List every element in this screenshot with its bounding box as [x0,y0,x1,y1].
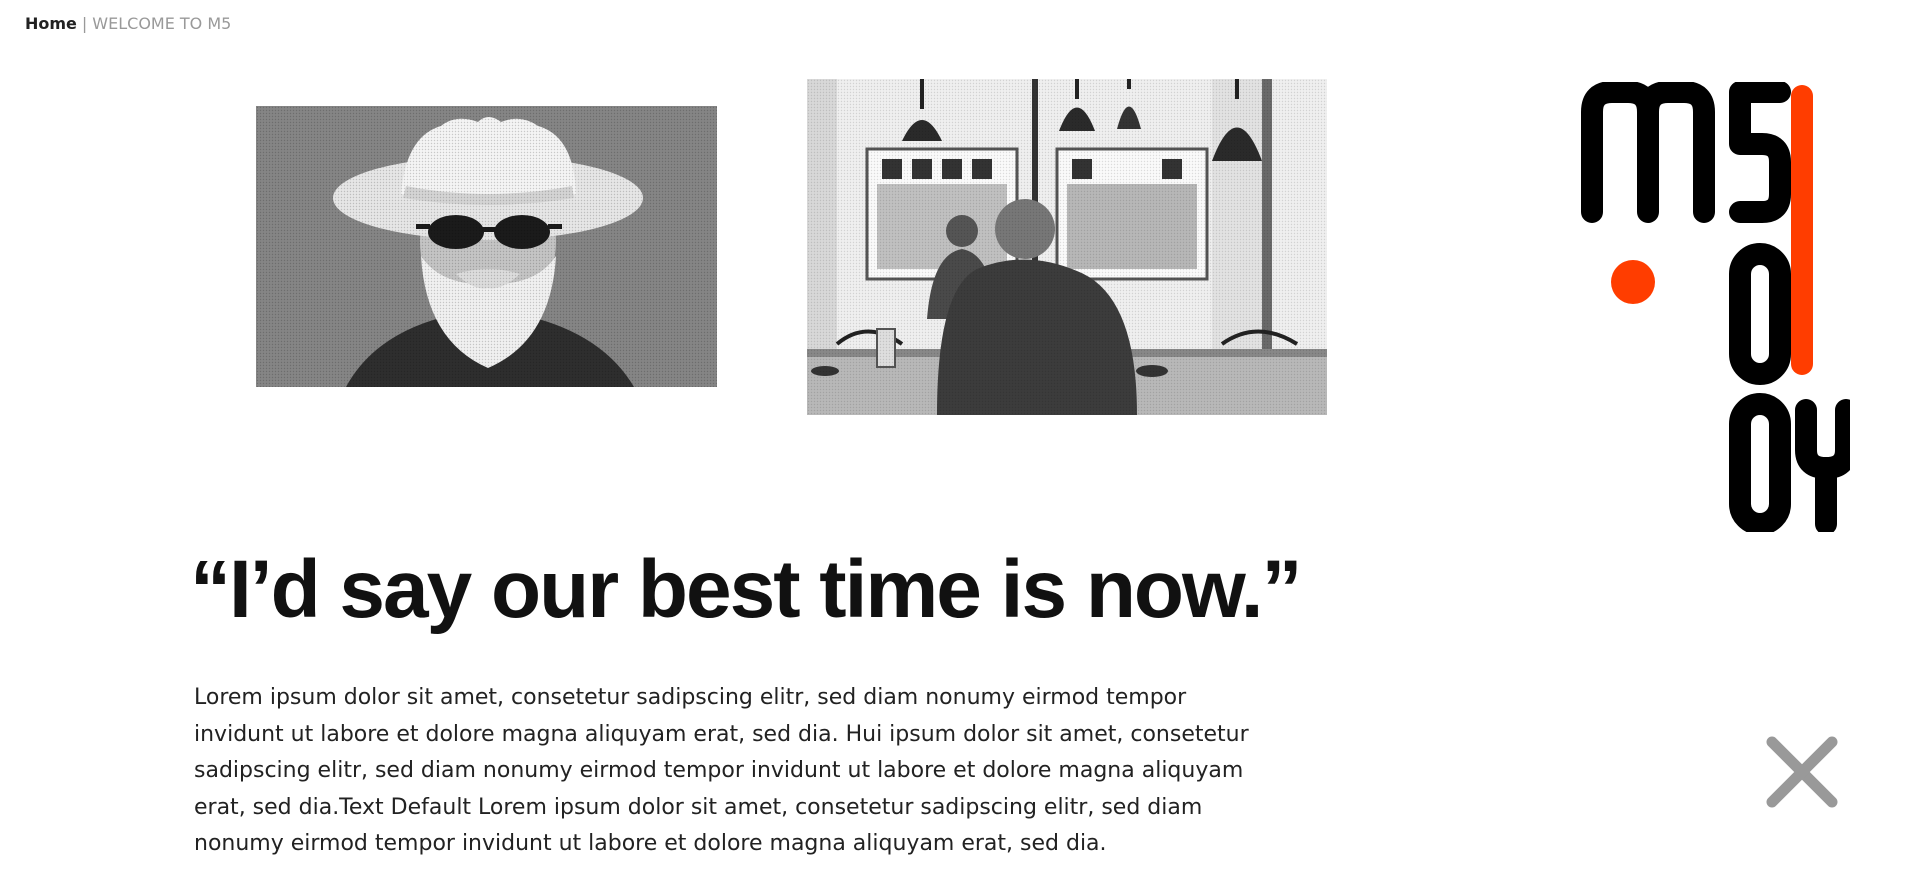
close-icon [1766,736,1838,808]
m5-logo-mark [1581,81,1857,535]
page-quote: “I’d say our best time is now.” [190,544,1303,635]
breadcrumb-home-link[interactable]: Home [25,14,77,34]
close-button[interactable] [1764,734,1840,810]
portrait-man-cowboy-hat-photo [256,106,717,387]
breadcrumb: Home | WELCOME TO M5 [25,14,231,34]
portrait-photo [256,106,717,387]
breadcrumb-current: WELCOME TO M5 [92,14,232,33]
welcome-page: Home | WELCOME TO M5 “I’d say our best t… [0,0,1920,884]
cafe-interior-photo [807,79,1327,415]
cafe-photo [807,79,1327,415]
breadcrumb-separator: | [81,14,88,33]
body-paragraph: Lorem ipsum dolor sit amet, consetetur s… [194,685,1249,856]
m5-logo [1580,81,1857,535]
